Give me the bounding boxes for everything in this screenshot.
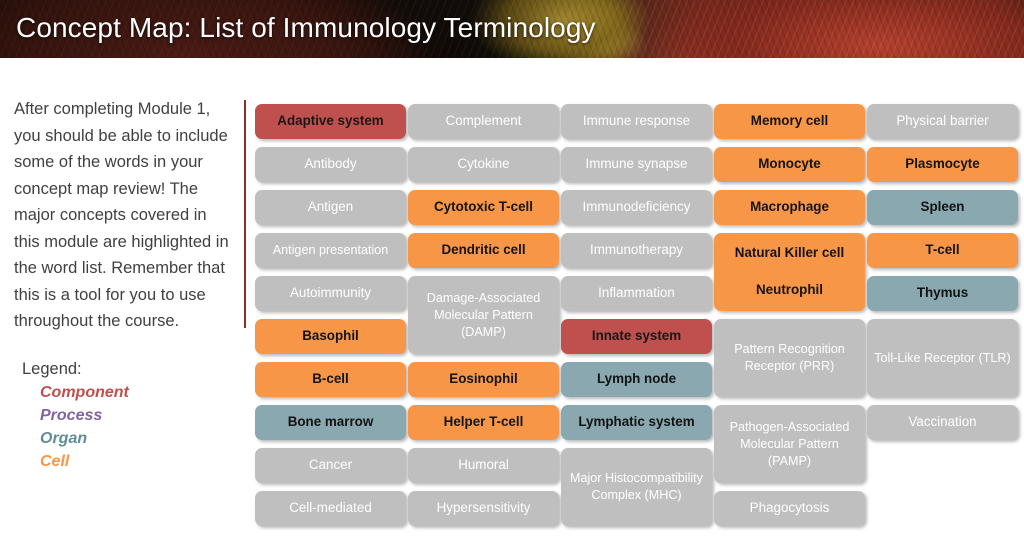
word-box-label: Helper T-cell xyxy=(443,414,524,430)
word-box-eosinophil[interactable]: Eosinophil xyxy=(408,362,559,397)
legend-title: Legend: xyxy=(22,359,82,378)
word-box-label: Immune synapse xyxy=(585,156,688,172)
word-box-cytokine[interactable]: Cytokine xyxy=(408,147,559,182)
word-box-label: Pattern Recognition Receptor (PRR) xyxy=(734,342,845,373)
word-box-pattern-recognition-receptor-prr[interactable]: Pattern Recognition Receptor (PRR) xyxy=(714,319,865,397)
word-box-label: Thymus xyxy=(916,285,969,301)
word-box-label: Eosinophil xyxy=(449,371,518,387)
word-box-label: T-cell xyxy=(925,242,960,258)
word-box-label: Immune response xyxy=(582,113,691,129)
page-title: Concept Map: List of Immunology Terminol… xyxy=(16,12,596,43)
word-box-lymphatic-system[interactable]: Lymphatic system xyxy=(561,405,712,440)
word-box-lymph-node[interactable]: Lymph node xyxy=(561,362,712,397)
word-box-label: Inflammation xyxy=(598,285,675,301)
header-banner: Concept Map: List of Immunology Terminol… xyxy=(0,0,1024,58)
word-box-antigen-presentation[interactable]: Antigen presentation xyxy=(255,233,406,268)
word-box-toll-like-receptor-tlr[interactable]: Toll-Like Receptor (TLR) xyxy=(867,319,1018,397)
word-box-innate-system[interactable]: Innate system xyxy=(561,319,712,354)
word-box-physical-barrier[interactable]: Physical barrier xyxy=(867,104,1018,139)
word-box-memory-cell[interactable]: Memory cell xyxy=(714,104,865,139)
word-box-label: Plasmocyte xyxy=(905,156,980,172)
word-box-helper-t-cell[interactable]: Helper T-cell xyxy=(408,405,559,440)
word-box-label: Antibody xyxy=(304,156,357,172)
word-box-label: Immunodeficiency xyxy=(582,199,691,215)
word-box-natural-killer-cell-neutrophil[interactable]: Natural Killer cell Neutrophil xyxy=(714,233,865,311)
legend-item-organ: Organ xyxy=(40,429,88,447)
word-box-label: Major Histocompatibility Complex (MHC) xyxy=(570,471,703,502)
word-box-immunotherapy[interactable]: Immunotherapy xyxy=(561,233,712,268)
vertical-divider xyxy=(244,100,246,328)
word-box-major-histocompatibility-complex-mhc[interactable]: Major Histocompatibility Complex (MHC) xyxy=(561,448,712,526)
word-box-pathogen-associated-molecular-pattern-pamp[interactable]: Pathogen-Associated Molecular Pattern (P… xyxy=(714,405,865,483)
word-box-label: Spleen xyxy=(920,199,965,215)
word-box-t-cell[interactable]: T-cell xyxy=(867,233,1018,268)
word-box-label: Lymph node xyxy=(596,371,677,387)
word-box-label: Natural Killer cell xyxy=(734,245,845,261)
word-box-label: Cell-mediated xyxy=(289,500,372,516)
legend-item-component: Component xyxy=(40,383,129,401)
word-box-b-cell[interactable]: B-cell xyxy=(255,362,406,397)
word-box-stack: Natural Killer cell Neutrophil xyxy=(719,235,860,309)
word-box-label: Physical barrier xyxy=(896,113,989,129)
word-box-label: Adaptive system xyxy=(277,113,384,129)
word-box-spleen[interactable]: Spleen xyxy=(867,190,1018,225)
legend-item-cell: Cell xyxy=(40,452,70,470)
word-box-label: Phagocytosis xyxy=(749,500,830,516)
word-box-label: Antigen xyxy=(307,199,354,215)
word-box-dendritic-cell[interactable]: Dendritic cell xyxy=(408,233,559,268)
word-box-label: Complement xyxy=(445,113,522,129)
word-box-cancer[interactable]: Cancer xyxy=(255,448,406,483)
word-box-inflammation[interactable]: Inflammation xyxy=(561,276,712,311)
word-box-label: Cancer xyxy=(308,457,353,473)
word-box-label: Cytotoxic T-cell xyxy=(434,199,533,215)
word-box-label: Cytokine xyxy=(457,156,510,172)
word-box-monocyte[interactable]: Monocyte xyxy=(714,147,865,182)
word-box-label: Toll-Like Receptor (TLR) xyxy=(874,350,1011,365)
word-box-label: Neutrophil xyxy=(756,282,823,298)
word-box-antigen[interactable]: Antigen xyxy=(255,190,406,225)
word-list-grid: Adaptive system Antibody Antigen Antigen pr… xyxy=(255,104,1018,534)
word-box-basophil[interactable]: Basophil xyxy=(255,319,406,354)
word-box-label: B-cell xyxy=(312,371,349,387)
legend: Legend: Component Process Organ Cell xyxy=(14,357,236,473)
intro-pane: After completing Module 1, you should be… xyxy=(14,96,236,473)
word-box-label: Autoimmunity xyxy=(289,285,372,301)
word-box-plasmocyte[interactable]: Plasmocyte xyxy=(867,147,1018,182)
word-box-bone-marrow[interactable]: Bone marrow xyxy=(255,405,406,440)
word-box-label: Immunotherapy xyxy=(589,242,684,258)
word-box-cytotoxic-t-cell[interactable]: Cytotoxic T-cell xyxy=(408,190,559,225)
word-box-antibody[interactable]: Antibody xyxy=(255,147,406,182)
word-box-vaccination[interactable]: Vaccination xyxy=(867,405,1018,440)
word-box-immune-response[interactable]: Immune response xyxy=(561,104,712,139)
word-box-label: Monocyte xyxy=(758,156,821,172)
word-box-label: Vaccination xyxy=(908,414,977,430)
legend-item-process: Process xyxy=(40,406,103,424)
intro-paragraph: After completing Module 1, you should be… xyxy=(14,100,229,330)
word-box-label: Innate system xyxy=(591,328,682,344)
word-box-label: Damage-Associated Molecular Pattern (DAM… xyxy=(426,290,541,339)
word-box-cell-mediated[interactable]: Cell-mediated xyxy=(255,491,406,526)
word-box-label: Lymphatic system xyxy=(578,414,695,430)
word-box-label: Dendritic cell xyxy=(441,242,526,258)
word-box-label: Bone marrow xyxy=(287,414,374,430)
word-box-label: Macrophage xyxy=(750,199,829,215)
word-box-label: Hypersensitivity xyxy=(436,500,531,516)
word-box-autoimmunity[interactable]: Autoimmunity xyxy=(255,276,406,311)
word-box-label: Humoral xyxy=(458,457,509,473)
word-box-label: Basophil xyxy=(302,328,359,344)
word-box-phagocytosis[interactable]: Phagocytosis xyxy=(714,491,865,526)
word-box-thymus[interactable]: Thymus xyxy=(867,276,1018,311)
word-box-label: Pathogen-Associated Molecular Pattern (P… xyxy=(729,419,850,468)
word-box-complement[interactable]: Complement xyxy=(408,104,559,139)
word-box-adaptive-system[interactable]: Adaptive system xyxy=(255,104,406,139)
word-box-damage-associated-molecular-pattern-damp[interactable]: Damage-Associated Molecular Pattern (DAM… xyxy=(408,276,559,354)
word-box-label: Memory cell xyxy=(750,113,829,129)
word-box-label: Antigen presentation xyxy=(272,243,389,257)
word-box-macrophage[interactable]: Macrophage xyxy=(714,190,865,225)
word-box-immune-synapse[interactable]: Immune synapse xyxy=(561,147,712,182)
word-box-humoral[interactable]: Humoral xyxy=(408,448,559,483)
word-box-hypersensitivity[interactable]: Hypersensitivity xyxy=(408,491,559,526)
word-box-immunodeficiency[interactable]: Immunodeficiency xyxy=(561,190,712,225)
